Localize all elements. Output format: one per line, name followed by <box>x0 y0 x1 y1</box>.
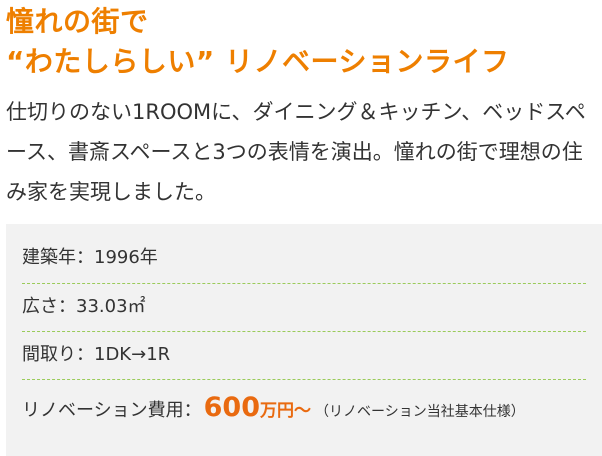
page-title: 憧れの街で “わたしらしい” リノベーションライフ <box>6 2 510 82</box>
cost-label: リノベーション費用： <box>22 400 202 421</box>
spec-cost: リノベーション費用：600万円〜 （リノベーション当社基本仕様） <box>22 380 586 424</box>
spec-built-year: 建築年：1996年 <box>22 236 586 284</box>
title-line-1: 憧れの街で <box>6 5 149 38</box>
cost-value: 600 <box>203 392 261 423</box>
intro-text: 仕切りのない1ROOMに、ダイニング＆キッチン、ベッドスペース、書斎スペースと3… <box>6 100 586 204</box>
spec-area: 広さ：33.03㎡ <box>22 284 586 332</box>
title-line-2: “わたしらしい” リノベーションライフ <box>6 45 510 78</box>
spec-layout: 間取り：1DK→1R <box>22 332 586 380</box>
cost-note: （リノベーション当社基本仕様） <box>315 404 525 420</box>
cost-unit: 万円〜 <box>260 401 312 421</box>
spec-box: 建築年：1996年 広さ：33.03㎡ 間取り：1DK→1R リノベーション費用… <box>6 224 602 456</box>
